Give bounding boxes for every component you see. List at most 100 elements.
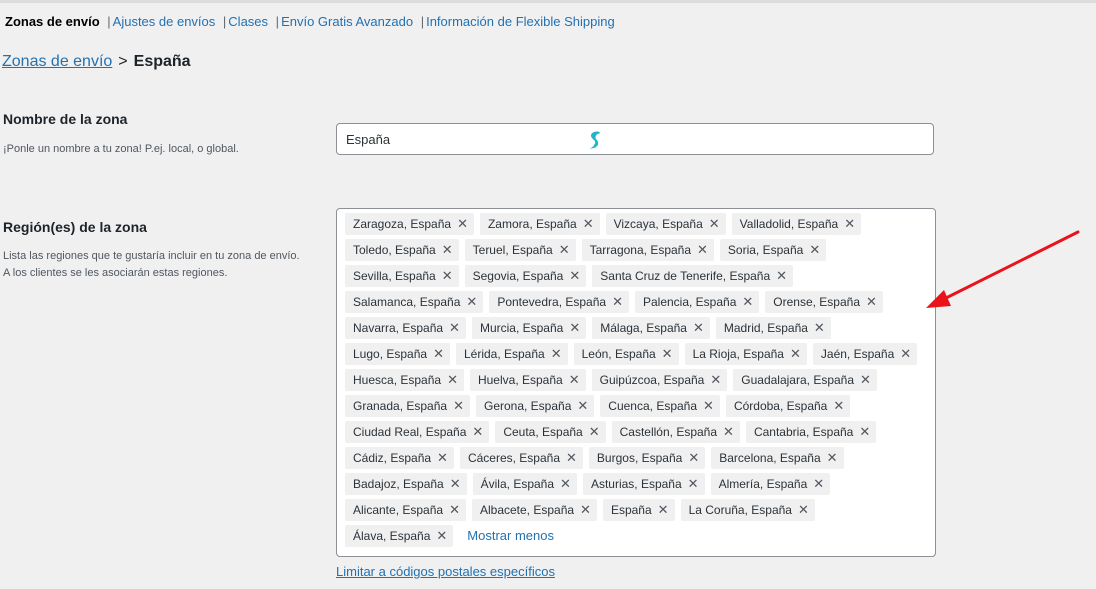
remove-region-icon[interactable]: ✕ [814, 317, 825, 339]
remove-region-icon[interactable]: ✕ [859, 421, 870, 443]
region-chip-label: Álava, España [353, 529, 431, 543]
remove-region-icon[interactable]: ✕ [457, 213, 468, 235]
subnav-link-clases[interactable]: Clases [228, 14, 268, 29]
remove-region-icon[interactable]: ✕ [437, 447, 448, 469]
remove-region-icon[interactable]: ✕ [449, 317, 460, 339]
remove-region-icon[interactable]: ✕ [833, 395, 844, 417]
region-chip-label: Madrid, España [723, 321, 808, 335]
remove-region-icon[interactable]: ✕ [583, 213, 594, 235]
region-chip-label: Guadalajara, España [741, 373, 855, 387]
region-select[interactable]: Zaragoza, España ✕ Zamora, España ✕ Vizcaya,… [336, 208, 936, 557]
remove-region-icon[interactable]: ✕ [844, 213, 855, 235]
region-chip-label: Ávila, España [480, 477, 555, 491]
region-chip-label: Pontevedra, España [497, 295, 607, 309]
region-chip: Gerona, España ✕ [475, 395, 595, 417]
subnav-link-ajustes[interactable]: Ajustes de envíos [113, 14, 216, 29]
remove-region-icon[interactable]: ✕ [577, 395, 588, 417]
region-chip-label: Zaragoza, España [353, 217, 452, 231]
remove-region-icon[interactable]: ✕ [776, 265, 787, 287]
remove-region-icon[interactable]: ✕ [453, 395, 464, 417]
subnav-link-flexible-shipping[interactable]: Información de Flexible Shipping [426, 14, 615, 29]
region-chip-label: Asturias, España [590, 477, 682, 491]
region-chip: Álava, España ✕ [345, 525, 454, 547]
remove-region-icon[interactable]: ✕ [442, 239, 453, 261]
remove-region-icon[interactable]: ✕ [688, 473, 699, 495]
region-chip-label: Zamora, España [487, 217, 577, 231]
region-chip: Jaén, España ✕ [812, 343, 918, 365]
region-chip: Vizcaya, España ✕ [605, 213, 726, 235]
remove-region-icon[interactable]: ✕ [693, 317, 704, 339]
region-chip-label: Barcelona, España [719, 451, 821, 465]
remove-region-icon[interactable]: ✕ [442, 265, 453, 287]
remove-region-icon[interactable]: ✕ [472, 421, 483, 443]
remove-region-icon[interactable]: ✕ [809, 239, 820, 261]
region-chip-label: Guipúzcoa, España [599, 373, 705, 387]
zone-name-description: ¡Ponle un nombre a tu zona! P.ej. local,… [3, 143, 239, 155]
remove-region-icon[interactable]: ✕ [658, 499, 669, 521]
surfshark-icon[interactable] [586, 130, 604, 150]
remove-region-icon[interactable]: ✕ [742, 291, 753, 313]
region-chip: España ✕ [602, 499, 675, 521]
region-chip-label: Segovia, España [472, 269, 564, 283]
region-chip-label: Teruel, España [472, 243, 553, 257]
region-chip-label: Alicante, España [353, 503, 444, 517]
region-chip-label: Huelva, España [477, 373, 563, 387]
zone-name-input[interactable]: España [336, 123, 934, 155]
remove-region-icon[interactable]: ✕ [697, 239, 708, 261]
region-chip: Tarragona, España ✕ [581, 239, 714, 261]
region-chip-label: Sevilla, España [353, 269, 436, 283]
region-chip-label: La Coruña, España [688, 503, 792, 517]
remove-region-icon[interactable]: ✕ [466, 291, 477, 313]
remove-region-icon[interactable]: ✕ [566, 447, 577, 469]
remove-region-icon[interactable]: ✕ [709, 213, 720, 235]
region-chip: Sevilla, España ✕ [345, 265, 459, 287]
region-chip-label: Burgos, España [596, 451, 683, 465]
region-chip: Palencia, España ✕ [634, 291, 760, 313]
zone-name-value: España [346, 132, 391, 147]
remove-region-icon[interactable]: ✕ [551, 343, 562, 365]
remove-region-icon[interactable]: ✕ [866, 291, 877, 313]
region-chip: Salamanca, España ✕ [345, 291, 484, 313]
remove-region-icon[interactable]: ✕ [436, 525, 447, 547]
remove-region-icon[interactable]: ✕ [447, 369, 458, 391]
subnav-current: Zonas de envío [5, 14, 100, 29]
shipping-subnav: Zonas de envío | Ajustes de envíos | Clase… [5, 14, 615, 29]
region-chip-label: Toledo, España [353, 243, 436, 257]
remove-region-icon[interactable]: ✕ [723, 421, 734, 443]
remove-region-icon[interactable]: ✕ [559, 239, 570, 261]
remove-region-icon[interactable]: ✕ [580, 499, 591, 521]
remove-region-icon[interactable]: ✕ [449, 499, 460, 521]
region-chip-label: Salamanca, España [353, 295, 461, 309]
region-chip: Cantabria, España ✕ [745, 421, 877, 443]
region-chip-label: Castellón, España [619, 425, 718, 439]
remove-region-icon[interactable]: ✕ [433, 343, 444, 365]
remove-region-icon[interactable]: ✕ [710, 369, 721, 391]
remove-region-icon[interactable]: ✕ [560, 473, 571, 495]
limit-postcodes-link[interactable]: Limitar a códigos postales específicos [336, 564, 555, 579]
remove-region-icon[interactable]: ✕ [662, 343, 673, 365]
remove-region-icon[interactable]: ✕ [827, 447, 838, 469]
region-chip: Albacete, España ✕ [471, 499, 597, 521]
remove-region-icon[interactable]: ✕ [860, 369, 871, 391]
region-chip: Madrid, España ✕ [715, 317, 831, 339]
remove-region-icon[interactable]: ✕ [688, 447, 699, 469]
remove-region-icon[interactable]: ✕ [703, 395, 714, 417]
region-chip-label: Málaga, España [600, 321, 687, 335]
region-chip: Barcelona, España ✕ [711, 447, 844, 469]
remove-region-icon[interactable]: ✕ [813, 473, 824, 495]
remove-region-icon[interactable]: ✕ [612, 291, 623, 313]
remove-region-icon[interactable]: ✕ [900, 343, 911, 365]
region-chip-label: Lérida, España [463, 347, 545, 361]
remove-region-icon[interactable]: ✕ [798, 499, 809, 521]
remove-region-icon[interactable]: ✕ [450, 473, 461, 495]
remove-region-icon[interactable]: ✕ [589, 421, 600, 443]
remove-region-icon[interactable]: ✕ [790, 343, 801, 365]
region-chip: Badajoz, España ✕ [345, 473, 467, 495]
remove-region-icon[interactable]: ✕ [569, 265, 580, 287]
remove-region-icon[interactable]: ✕ [569, 369, 580, 391]
show-less-link[interactable]: Mostrar menos [459, 525, 554, 547]
breadcrumb-parent-link[interactable]: Zonas de envío [2, 53, 112, 70]
top-border [0, 0, 1096, 3]
subnav-link-envio-gratis[interactable]: Envío Gratis Avanzado [281, 14, 413, 29]
remove-region-icon[interactable]: ✕ [569, 317, 580, 339]
